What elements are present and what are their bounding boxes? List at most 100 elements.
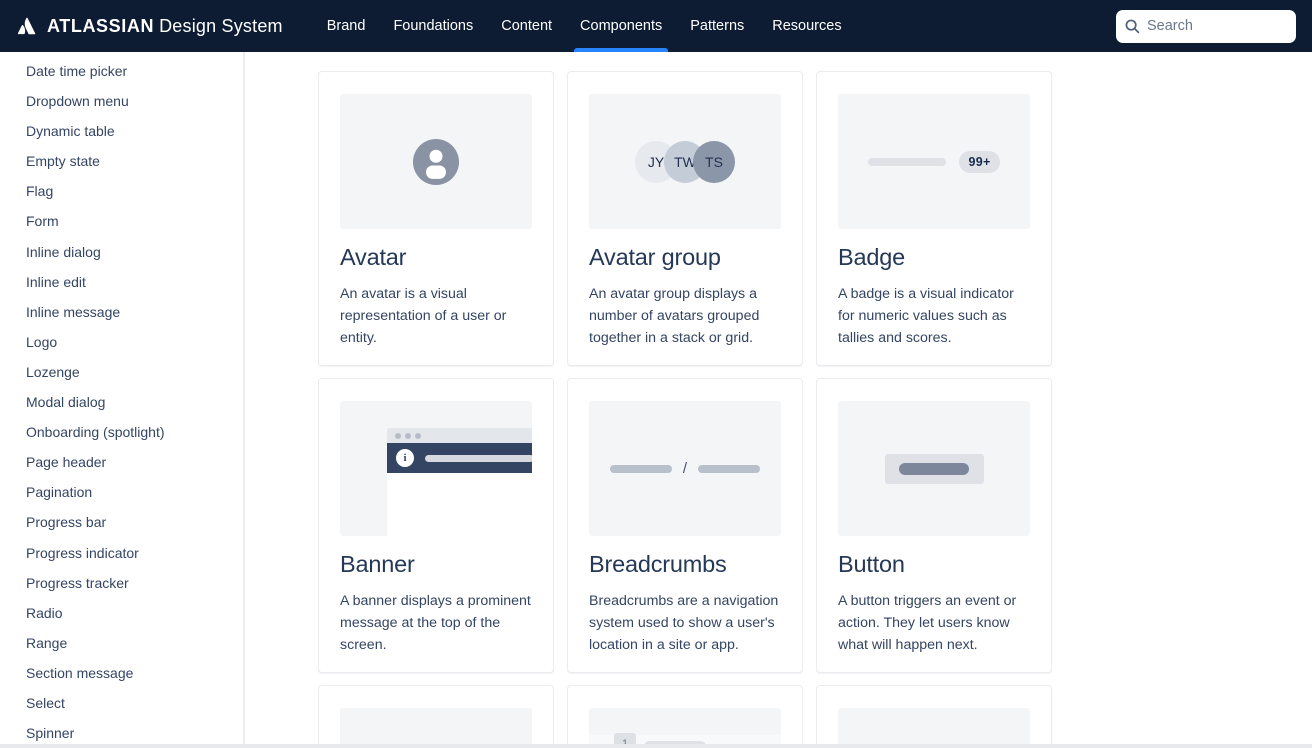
search-input[interactable]: [1147, 18, 1287, 34]
card-title: Breadcrumbs: [589, 551, 727, 577]
top-navigation-bar: ATLASSIAN Design System Brand Foundations…: [0, 0, 1312, 52]
sidebar-item-progress-tracker[interactable]: Progress tracker: [0, 568, 243, 598]
wordmark-atlassian: ATLASSIAN: [47, 15, 155, 36]
badge-preview: 99+: [838, 94, 1030, 229]
window-dot: [405, 432, 411, 439]
component-list: Date time picker Dropdown menu Dynamic t…: [0, 56, 243, 748]
sidebar-item-modal-dialog[interactable]: Modal dialog: [0, 387, 243, 417]
placeholder-bar: [868, 157, 947, 166]
button-preview: [838, 401, 1030, 536]
card-description: An avatar is a visual representation of …: [340, 286, 507, 346]
breadcrumb-separator: /: [682, 460, 688, 477]
avatar-group-preview: JY TW TS: [589, 94, 781, 229]
avatar-ts: TS: [693, 140, 735, 183]
component-sidebar: Date time picker Dropdown menu Dynamic t…: [0, 52, 245, 748]
sidebar-item-date-time-picker[interactable]: Date time picker: [0, 56, 243, 86]
card-description: Breadcrumbs are a navigation system used…: [589, 593, 779, 653]
card-description: An avatar group displays a number of ava…: [589, 286, 760, 346]
badge-pill: 99+: [959, 150, 1000, 173]
sidebar-item-dynamic-table[interactable]: Dynamic table: [0, 116, 243, 146]
search-icon: [1125, 19, 1140, 33]
card-title: Avatar: [340, 244, 407, 270]
calendar-preview: 1: [589, 708, 781, 748]
plain-preview: [340, 708, 532, 748]
nav-label: Resources: [772, 18, 842, 34]
nav-label: Components: [580, 18, 663, 34]
card-button[interactable]: Button A button triggers an event or act…: [816, 378, 1052, 673]
card-description: A badge is a visual indicator for numeri…: [838, 286, 1014, 346]
sidebar-item-empty-state[interactable]: Empty state: [0, 146, 243, 176]
sidebar-item-progress-bar[interactable]: Progress bar: [0, 507, 243, 537]
nav-item-content[interactable]: Content: [487, 0, 566, 52]
nav-item-resources[interactable]: Resources: [758, 0, 855, 52]
primary-nav: Brand Foundations Content Components Pat…: [313, 0, 856, 52]
card-title: Banner: [340, 551, 415, 577]
page-body-placeholder: [387, 473, 532, 536]
nav-label: Patterns: [690, 18, 745, 34]
sidebar-item-logo[interactable]: Logo: [0, 327, 243, 357]
sidebar-item-onboarding-spotlight[interactable]: Onboarding (spotlight): [0, 417, 243, 447]
sidebar-item-range[interactable]: Range: [0, 628, 243, 658]
breadcrumb-placeholder-bar: [698, 464, 761, 473]
breadcrumbs-preview: /: [589, 401, 781, 536]
site-wordmark: ATLASSIAN Design System: [47, 16, 283, 37]
person-avatar-icon: [413, 138, 459, 185]
sidebar-item-dropdown-menu[interactable]: Dropdown menu: [0, 86, 243, 116]
card-partial-left[interactable]: [318, 685, 554, 748]
button-shape: [884, 453, 984, 484]
atlassian-design-system-page: ATLASSIAN Design System Brand Foundations…: [0, 0, 1312, 748]
sidebar-item-section-message[interactable]: Section message: [0, 658, 243, 688]
banner-preview: i: [340, 401, 532, 536]
card-title: Badge: [838, 244, 905, 270]
search-box[interactable]: [1116, 9, 1296, 43]
card-breadcrumbs[interactable]: / Breadcrumbs Breadcrumbs are a navigati…: [567, 378, 803, 673]
sidebar-item-inline-dialog[interactable]: Inline dialog: [0, 237, 243, 267]
browser-window-mockup: i: [387, 428, 532, 536]
card-description: A button triggers an event or action. Th…: [838, 593, 1017, 653]
avatar-preview: [340, 94, 532, 229]
sidebar-item-pagination[interactable]: Pagination: [0, 477, 243, 507]
sidebar-item-select[interactable]: Select: [0, 688, 243, 718]
horizontal-scrollbar-track[interactable]: [0, 744, 1312, 748]
breadcrumb-placeholder-bar: [609, 464, 672, 473]
card-badge[interactable]: 99+ Badge A badge is a visual indicator …: [816, 71, 1052, 366]
atlassian-logo-icon: [17, 17, 36, 35]
card-description: A banner displays a prominent message at…: [340, 593, 531, 653]
info-icon: i: [396, 449, 414, 467]
sidebar-item-form[interactable]: Form: [0, 206, 243, 236]
card-avatar-group[interactable]: JY TW TS Avatar group An avatar group di…: [567, 71, 803, 366]
card-banner[interactable]: i Banner A banner displays a prominent m…: [318, 378, 554, 673]
sidebar-item-progress-indicator[interactable]: Progress indicator: [0, 538, 243, 568]
sidebar-item-inline-edit[interactable]: Inline edit: [0, 267, 243, 297]
atlassian-home-link[interactable]: ATLASSIAN Design System: [16, 15, 283, 37]
sidebar-item-lozenge[interactable]: Lozenge: [0, 357, 243, 387]
nav-item-brand[interactable]: Brand: [313, 0, 380, 52]
card-avatar[interactable]: Avatar An avatar is a visual representat…: [318, 71, 554, 366]
banner-bar: i: [387, 443, 532, 473]
main-content: Avatar An avatar is a visual representat…: [245, 52, 1312, 748]
browser-chrome: [387, 428, 532, 443]
card-title: Button: [838, 551, 905, 577]
nav-label: Content: [501, 18, 553, 34]
wordmark-design-system: Design System: [159, 15, 283, 36]
nav-item-patterns[interactable]: Patterns: [676, 0, 758, 52]
component-card-grid: Avatar An avatar is a visual representat…: [318, 71, 1312, 748]
card-partial-right[interactable]: [816, 685, 1052, 748]
nav-label: Foundations: [393, 18, 474, 34]
card-partial-middle[interactable]: 1: [567, 685, 803, 748]
nav-item-components[interactable]: Components: [566, 0, 676, 52]
card-title: Avatar group: [589, 244, 721, 270]
active-tab-underline: [574, 48, 669, 52]
plain-preview: [838, 708, 1030, 748]
avatar-stack: JY TW TS: [635, 140, 735, 183]
window-dot: [415, 432, 421, 439]
sidebar-item-radio[interactable]: Radio: [0, 598, 243, 628]
window-dot: [395, 432, 401, 439]
button-label-placeholder: [899, 462, 969, 475]
nav-item-foundations[interactable]: Foundations: [379, 0, 487, 52]
sidebar-item-page-header[interactable]: Page header: [0, 447, 243, 477]
banner-text-placeholder: [425, 454, 532, 462]
nav-label: Brand: [326, 18, 366, 34]
sidebar-item-flag[interactable]: Flag: [0, 176, 243, 206]
sidebar-item-inline-message[interactable]: Inline message: [0, 297, 243, 327]
